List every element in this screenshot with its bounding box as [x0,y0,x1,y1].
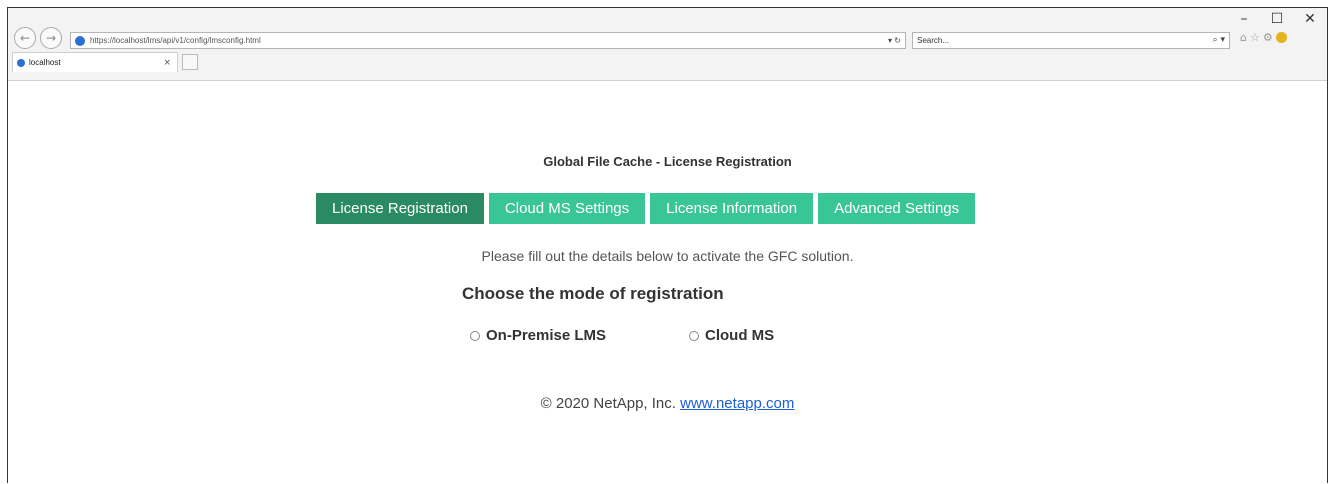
page-title: Global File Cache - License Registration [543,154,792,169]
tab-license-registration[interactable]: License Registration [316,193,484,224]
mode-heading: Choose the mode of registration [462,284,724,303]
tab-cloud-ms-settings[interactable]: Cloud MS Settings [488,193,646,224]
tab-license-information[interactable]: License Information [650,193,814,224]
browser-chrome: – ☐ ✕ ← → https://localhost/lms/api/v1/c… [8,8,1327,81]
search-input[interactable]: Search... [917,36,949,45]
footer: © 2020 NetApp, Inc. www.netapp.com [8,395,1327,412]
feedback-smiley-icon[interactable] [1275,32,1287,43]
browser-window: – ☐ ✕ ← → https://localhost/lms/api/v1/c… [7,7,1328,483]
copyright-text: © 2020 NetApp, Inc. [540,395,676,412]
tab-advanced-settings[interactable]: Advanced Settings [818,193,976,224]
tab-close-icon[interactable]: × [163,58,177,68]
maximize-icon[interactable]: ☐ [1267,11,1287,27]
option-cloud-ms[interactable]: Cloud MS [689,327,774,344]
address-url[interactable]: https://localhost/lms/api/v1/config/lmsc… [90,36,888,45]
browser-tab[interactable]: localhost × [12,52,178,72]
tab-favicon-icon [17,58,25,67]
netapp-link[interactable]: www.netapp.com [680,395,794,412]
browser-toolbar: ⌂ ☆ ⚙ [1240,31,1287,44]
option-on-premise-lms[interactable]: On-Premise LMS [470,327,606,344]
cloud-ms-radio[interactable] [689,330,699,341]
home-icon[interactable]: ⌂ [1240,31,1247,44]
favorites-icon[interactable]: ☆ [1250,31,1260,44]
settings-tabs: License Registration Cloud MS Settings L… [316,193,976,224]
cloud-ms-label[interactable]: Cloud MS [705,327,774,344]
settings-icon[interactable]: ⚙ [1263,31,1273,44]
search-icon[interactable]: ⌕ ▾ [1213,35,1225,45]
back-button[interactable]: ← [14,27,36,49]
instruction-text: Please fill out the details below to act… [481,248,854,264]
search-box[interactable]: Search... ⌕ ▾ [912,32,1230,49]
tab-title: localhost [29,58,61,67]
address-bar[interactable]: https://localhost/lms/api/v1/config/lmsc… [70,32,906,49]
close-icon[interactable]: ✕ [1300,11,1320,27]
minimize-icon[interactable]: – [1234,11,1254,27]
on-premise-label[interactable]: On-Premise LMS [486,327,606,344]
new-tab-button[interactable] [182,54,198,70]
page-content: Global File Cache - License Registration… [8,81,1327,484]
on-premise-radio[interactable] [470,330,480,341]
refresh-icon[interactable]: ▾ ↻ [888,36,905,45]
forward-button[interactable]: → [40,27,62,49]
ie-logo-icon [75,35,85,46]
